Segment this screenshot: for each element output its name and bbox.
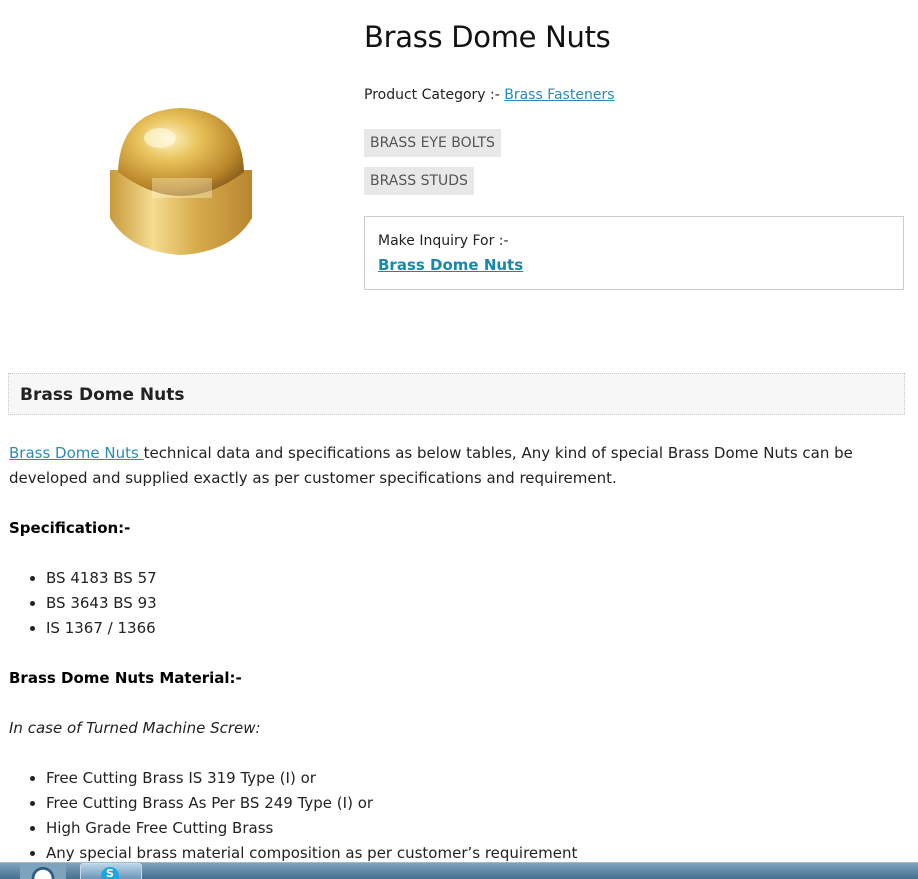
section-heading: Brass Dome Nuts xyxy=(8,373,905,415)
skype-icon: S xyxy=(101,867,119,879)
material-list: Free Cutting Brass IS 319 Type (I) or Fr… xyxy=(9,766,899,866)
product-description: Brass Dome Nuts technical data and speci… xyxy=(9,441,899,866)
category-label: Product Category :- xyxy=(364,87,505,103)
list-item: Free Cutting Brass IS 319 Type (I) or xyxy=(46,766,899,791)
product-category: Product Category :- Brass Fasteners xyxy=(364,87,615,103)
windows-start-icon[interactable] xyxy=(20,863,66,879)
list-item: BS 3643 BS 93 xyxy=(46,591,899,616)
intro-paragraph: Brass Dome Nuts technical data and speci… xyxy=(9,441,899,491)
taskbar-app-button[interactable]: S xyxy=(80,863,142,879)
product-title: Brass Dome Nuts xyxy=(364,20,611,54)
inquiry-link[interactable]: Brass Dome Nuts xyxy=(378,256,523,274)
list-item: High Grade Free Cutting Brass xyxy=(46,816,899,841)
inquiry-label: Make Inquiry For :- xyxy=(378,233,509,249)
tag-brass-studs[interactable]: BRASS STUDS xyxy=(364,167,474,195)
specification-list: BS 4183 BS 57 BS 3643 BS 93 IS 1367 / 13… xyxy=(9,566,899,641)
taskbar: S xyxy=(0,862,918,879)
list-item: IS 1367 / 1366 xyxy=(46,616,899,641)
specification-heading: Specification:- xyxy=(9,519,131,537)
product-image xyxy=(110,108,252,255)
category-link[interactable]: Brass Fasteners xyxy=(504,87,614,103)
material-heading: Brass Dome Nuts Material:- xyxy=(9,669,242,687)
list-item: BS 4183 BS 57 xyxy=(46,566,899,591)
material-subheading: In case of Turned Machine Screw: xyxy=(9,719,261,737)
tag-brass-eye-bolts[interactable]: BRASS EYE BOLTS xyxy=(364,129,501,157)
inquiry-box: Make Inquiry For :- Brass Dome Nuts xyxy=(364,216,904,290)
intro-link[interactable]: Brass Dome Nuts xyxy=(9,444,144,462)
list-item: Free Cutting Brass As Per BS 249 Type (I… xyxy=(46,791,899,816)
